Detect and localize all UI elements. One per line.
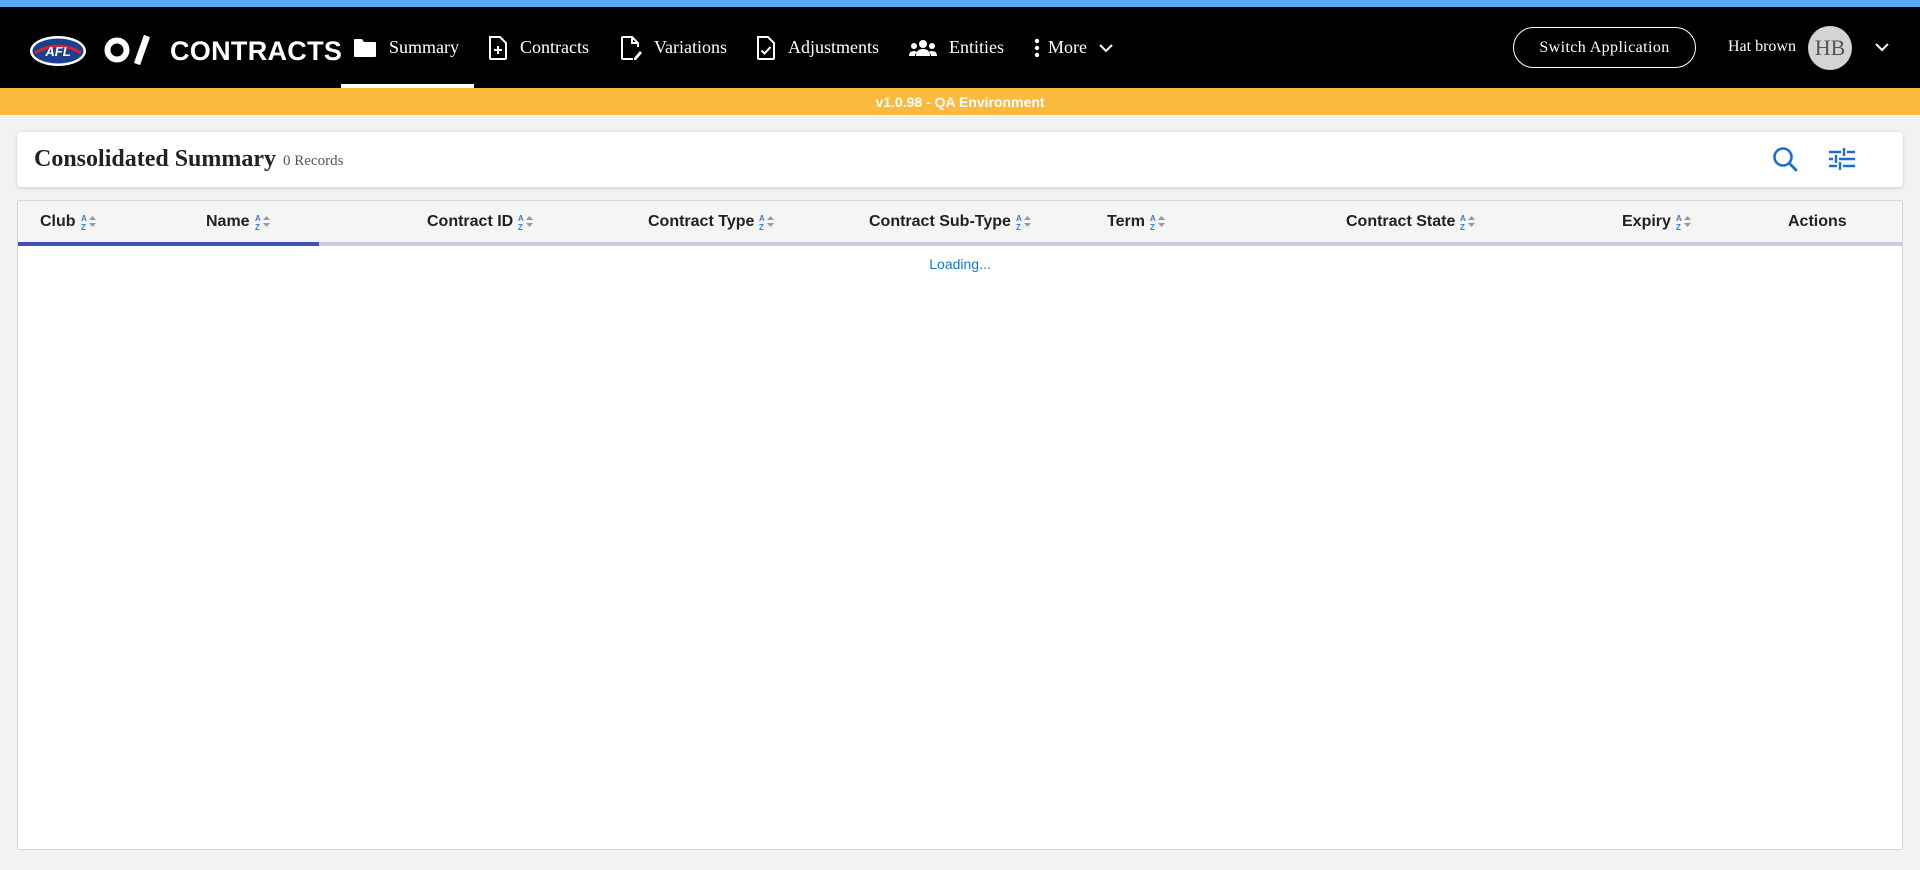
search-icon[interactable] xyxy=(1771,145,1799,173)
sort-az-icon[interactable]: AZ xyxy=(255,213,275,231)
file-edit-icon xyxy=(621,35,642,60)
afl-logo: AFL xyxy=(30,36,86,66)
column-header-contract-id[interactable]: Contract ID A Z xyxy=(427,201,538,243)
record-count: 0 Records xyxy=(283,153,344,169)
sort-az-icon[interactable]: AZ xyxy=(81,213,101,231)
nav-variations-label: Variations xyxy=(654,37,727,57)
sort-az-icon[interactable]: AZ xyxy=(1676,213,1696,231)
column-header-label: Name xyxy=(206,213,250,230)
column-header-label: Contract Type xyxy=(648,213,755,230)
chevron-down-icon xyxy=(1099,43,1113,52)
user-menu-chevron-icon[interactable] xyxy=(1874,39,1890,55)
sort-az-icon[interactable]: AZ xyxy=(759,213,779,231)
sort-az-icon[interactable]: AZ xyxy=(1016,213,1036,231)
top-accent-bar xyxy=(0,0,1920,7)
svg-text:Z: Z xyxy=(81,223,86,231)
column-header-label: Expiry xyxy=(1622,213,1671,230)
app-title: CONTRACTS xyxy=(170,36,343,66)
svg-text:A: A xyxy=(1676,214,1682,223)
nav-more-dropdown[interactable]: More xyxy=(1034,7,1113,88)
nav-summary[interactable]: Summary xyxy=(341,7,474,88)
filter-sliders-icon[interactable] xyxy=(1827,145,1857,173)
svg-text:A: A xyxy=(1016,214,1022,223)
environment-banner: v1.0.98 - QA Environment xyxy=(0,88,1920,115)
nav-adjustments[interactable]: Adjustments xyxy=(756,7,879,88)
svg-text:Z: Z xyxy=(518,223,523,231)
sort-az-icon[interactable]: AZ xyxy=(1150,213,1170,231)
svg-text:A: A xyxy=(518,214,524,223)
nav-entities-label: Entities xyxy=(949,37,1004,57)
column-header-expiry[interactable]: Expiry A Z xyxy=(1622,201,1696,243)
svg-text:Z: Z xyxy=(1150,223,1155,231)
nav-entities[interactable]: Entities xyxy=(909,7,1004,88)
svg-text:Z: Z xyxy=(255,223,260,231)
o-slash-logo xyxy=(104,34,151,66)
column-header-label: Contract State xyxy=(1346,213,1456,230)
svg-text:A: A xyxy=(1460,214,1466,223)
svg-text:Z: Z xyxy=(1676,223,1681,231)
file-plus-icon xyxy=(489,35,507,60)
loading-text: Loading... xyxy=(929,256,991,272)
svg-text:AFL: AFL xyxy=(44,44,70,59)
nav-variations[interactable]: Variations xyxy=(620,7,727,88)
people-icon xyxy=(909,39,937,56)
user-name: Hat brown xyxy=(1728,38,1796,55)
page-header-card: Consolidated Summary 0 Records xyxy=(17,132,1903,187)
svg-text:Z: Z xyxy=(1016,223,1021,231)
user-avatar[interactable]: HB xyxy=(1808,26,1852,70)
svg-text:A: A xyxy=(81,214,87,223)
nav-summary-label: Summary xyxy=(389,37,459,57)
top-navbar: AFL CONTRACTS Summary Contracts Variatio… xyxy=(0,7,1920,88)
svg-text:A: A xyxy=(759,214,765,223)
column-header-label: Actions xyxy=(1788,213,1847,230)
column-header-term[interactable]: Term A Z xyxy=(1107,201,1170,243)
switch-application-button[interactable]: Switch Application xyxy=(1513,27,1696,68)
sort-az-icon[interactable]: AZ xyxy=(518,213,538,231)
summary-table: Club A Z Name A Z Contract ID A Z Contract Typ… xyxy=(17,200,1903,850)
svg-text:Z: Z xyxy=(759,223,764,231)
column-header-label: Term xyxy=(1107,213,1145,230)
column-header-contract-state[interactable]: Contract State A Z xyxy=(1346,201,1480,243)
sort-az-icon[interactable]: AZ xyxy=(1460,213,1480,231)
nav-adjustments-label: Adjustments xyxy=(788,37,880,57)
loading-progress-fill xyxy=(18,242,320,246)
column-header-label: Contract Sub-Type xyxy=(869,213,1011,230)
nav-contracts[interactable]: Contracts xyxy=(488,7,589,88)
folder-icon xyxy=(354,38,376,57)
page-title: Consolidated Summary xyxy=(34,146,277,172)
column-header-label: Club xyxy=(40,213,76,230)
more-vert-icon xyxy=(1034,38,1040,57)
svg-text:Z: Z xyxy=(1460,223,1465,231)
column-header-contract-type[interactable]: Contract Type A Z xyxy=(648,201,779,243)
loading-progress-bar xyxy=(18,242,1902,246)
svg-text:A: A xyxy=(1150,214,1156,223)
nav-contracts-label: Contracts xyxy=(520,37,589,57)
column-header-name[interactable]: Name A Z xyxy=(206,201,275,243)
svg-text:A: A xyxy=(255,214,261,223)
column-header-label: Contract ID xyxy=(427,213,514,230)
column-header-club[interactable]: Club A Z xyxy=(40,201,101,243)
table-header-row: Club A Z Name A Z Contract ID A Z Contract Typ… xyxy=(18,201,1902,243)
nav-more-label: More xyxy=(1048,37,1087,57)
file-check-icon xyxy=(757,35,775,60)
column-header-contract-sub-type[interactable]: Contract Sub-Type A Z xyxy=(869,201,1036,243)
column-header-actions: Actions xyxy=(1788,201,1847,243)
